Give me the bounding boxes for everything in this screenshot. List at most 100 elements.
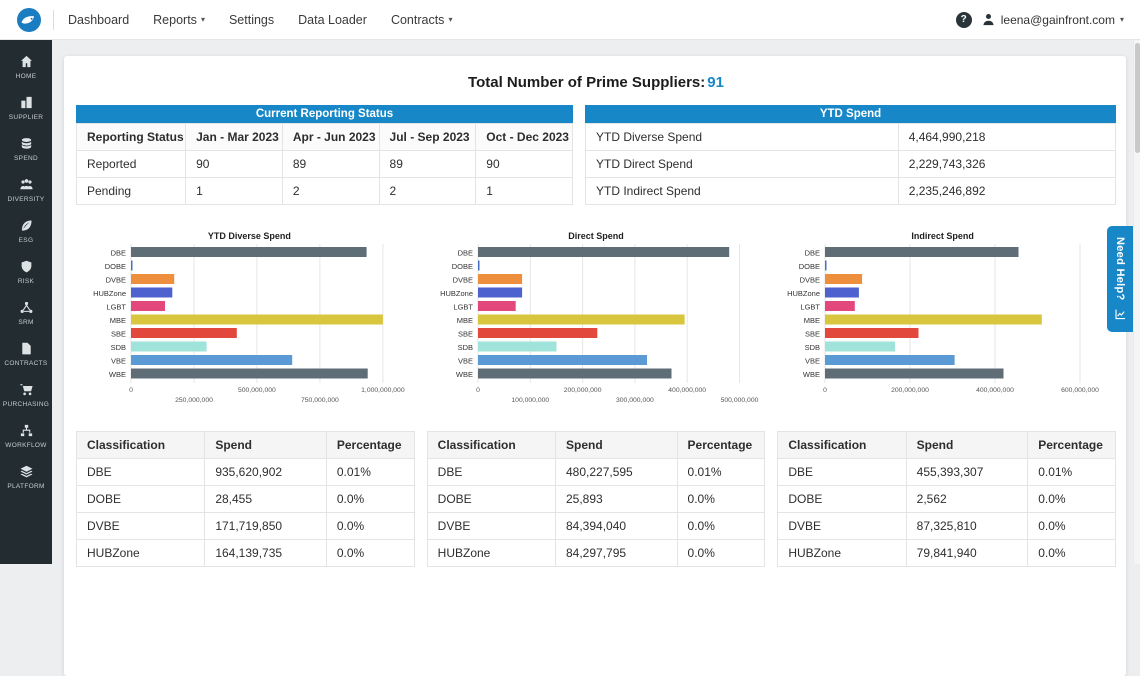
reporting-status-table: Reporting Status Jan - Mar 2023 Apr - Jun … [75, 123, 573, 205]
nav-item-reports[interactable]: Reports ▾ [153, 13, 205, 27]
svg-text:SBE: SBE [111, 330, 126, 339]
column-header: Jul - Sep 2023 [378, 123, 477, 151]
column-header: Apr - Jun 2023 [281, 123, 380, 151]
svg-text:LGBT: LGBT [107, 303, 127, 312]
table-row: Reported 90 89 89 90 [75, 150, 573, 178]
svg-text:SBE: SBE [805, 330, 820, 339]
svg-text:SDB: SDB [458, 343, 473, 352]
table-row: DVBE 87,325,810 0.0% [777, 512, 1117, 540]
sidebar-item-purchasing[interactable]: PURCHASING [0, 374, 52, 415]
caret-down-icon: ▾ [448, 15, 453, 24]
svg-text:DVBE: DVBE [106, 276, 126, 285]
sidebar-item-label: PURCHASING [2, 401, 50, 408]
classification-table-3: Classification Spend Percentage DBE 455,393,… [777, 431, 1117, 567]
sidebar-item-workflow[interactable]: WORKFLOW [0, 415, 52, 456]
scrollbar[interactable] [1133, 40, 1140, 564]
svg-text:250,000,000: 250,000,000 [175, 397, 213, 404]
purchasing-icon [19, 384, 33, 396]
sidebar-item-spend[interactable]: SPEND [0, 128, 52, 169]
svg-text:DOBE: DOBE [798, 262, 819, 271]
svg-text:0: 0 [823, 387, 827, 394]
ytd-label: YTD Diverse Spend [585, 123, 899, 151]
nav-item-data-loader[interactable]: Data Loader [298, 13, 367, 27]
reporting-status-section: Current Reporting Status Reporting Statu… [75, 105, 573, 205]
column-header: Percentage [325, 431, 415, 459]
table-row: YTD Direct Spend 2,229,743,326 [585, 150, 1117, 178]
svg-text:MBE: MBE [110, 316, 126, 325]
sidebar-item-supplier[interactable]: SUPPLIER [0, 87, 52, 128]
svg-text:WBE: WBE [803, 370, 820, 379]
chart-title: Direct Spend [568, 231, 624, 241]
nav-item-dashboard[interactable]: Dashboard [68, 13, 129, 27]
need-help-tab[interactable]: Need Help? [1107, 226, 1133, 332]
nav-item-label: Reports [153, 12, 197, 27]
divider [53, 9, 54, 30]
svg-text:HUBZone: HUBZone [93, 289, 126, 298]
sidebar-item-esg[interactable]: ESG [0, 210, 52, 251]
column-header: Reporting Status [75, 123, 187, 151]
nav-item-settings[interactable]: Settings [229, 13, 274, 27]
nav-item-contracts[interactable]: Contracts ▾ [391, 13, 453, 27]
account-menu[interactable]: leena@gainfront.com ▾ [981, 12, 1124, 27]
svg-text:LGBT: LGBT [800, 303, 820, 312]
table-row: DBE 480,227,595 0.01% [426, 458, 766, 486]
column-header: Percentage [676, 431, 766, 459]
sidebar-item-home[interactable]: HOME [0, 46, 52, 87]
svg-text:DOBE: DOBE [452, 262, 473, 271]
svg-text:VBE: VBE [458, 357, 473, 366]
help-icon[interactable]: ? [955, 11, 972, 28]
workflow-icon [20, 424, 32, 437]
sidebar-item-label: CONTRACTS [4, 360, 48, 367]
chart-title: Indirect Spend [911, 231, 974, 241]
svg-text:SBE: SBE [458, 330, 473, 339]
svg-text:WBE: WBE [109, 370, 126, 379]
sidebar-item-risk[interactable]: RISK [0, 251, 52, 292]
svg-text:750,000,000: 750,000,000 [301, 397, 339, 404]
sidebar-item-platform[interactable]: PLATFORM [0, 456, 52, 497]
svg-text:HUBZone: HUBZone [787, 289, 820, 298]
risk-icon [21, 260, 31, 273]
chart-line-icon [1114, 309, 1125, 319]
svg-text:VBE: VBE [805, 357, 820, 366]
table-row: DOBE 2,562 0.0% [777, 485, 1117, 513]
svg-text:1,000,000,000: 1,000,000,000 [361, 387, 405, 394]
svg-text:0: 0 [129, 387, 133, 394]
sidebar-item-label: SRM [18, 319, 34, 326]
summary-label: Total Number of Prime Suppliers: [468, 74, 706, 91]
svg-text:HUBZone: HUBZone [440, 289, 473, 298]
sidebar-item-label: PLATFORM [7, 483, 45, 490]
svg-text:DVBE: DVBE [799, 276, 819, 285]
svg-text:600,000,000: 600,000,000 [1061, 387, 1099, 394]
home-icon [20, 55, 32, 68]
contracts-icon [21, 342, 31, 355]
classification-tables-row: Classification Spend Percentage DBE 935,620,… [75, 431, 1117, 567]
top-tables-row: Current Reporting Status Reporting Statu… [75, 105, 1117, 205]
gainfront-logo[interactable] [16, 7, 42, 33]
svg-text:DBE: DBE [111, 249, 126, 258]
ytd-spend-table: YTD Diverse Spend 4,464,990,218 YTD Direct… [585, 123, 1117, 205]
sidebar-item-diversity[interactable]: DIVERSITY [0, 169, 52, 210]
sidebar-item-label: ESG [18, 237, 34, 244]
svg-text:WBE: WBE [456, 370, 473, 379]
sidebar-item-contracts[interactable]: CONTRACTS [0, 333, 52, 374]
column-header: Spend [554, 431, 678, 459]
table-row: DOBE 28,455 0.0% [75, 485, 415, 513]
svg-text:500,000,000: 500,000,000 [238, 387, 276, 394]
chart-ytd-diverse-spend: YTD Diverse Spend DBE DOBE DVBE HUBZone LGBT M… [76, 231, 423, 411]
scrollbar-thumb[interactable] [1135, 43, 1140, 153]
summary-value: 91 [707, 74, 724, 91]
table-row: HUBZone 79,841,940 0.0% [777, 539, 1117, 567]
table-row: YTD Indirect Spend 2,235,246,892 [585, 177, 1117, 205]
classification-table-2: Classification Spend Percentage DBE 480,227,… [426, 431, 766, 567]
svg-text:SDB: SDB [111, 343, 126, 352]
column-header: Spend [905, 431, 1029, 459]
svg-text:200,000,000: 200,000,000 [564, 387, 602, 394]
topbar-right: ? leena@gainfront.com ▾ [955, 11, 1124, 28]
svg-text:400,000,000: 400,000,000 [976, 387, 1014, 394]
svg-text:DBE: DBE [804, 249, 819, 258]
svg-text:SDB: SDB [804, 343, 819, 352]
svg-text:LGBT: LGBT [453, 303, 473, 312]
chart-title: YTD Diverse Spend [207, 231, 291, 241]
table-row: DBE 455,393,307 0.01% [777, 458, 1117, 486]
sidebar-item-srm[interactable]: SRM [0, 292, 52, 333]
